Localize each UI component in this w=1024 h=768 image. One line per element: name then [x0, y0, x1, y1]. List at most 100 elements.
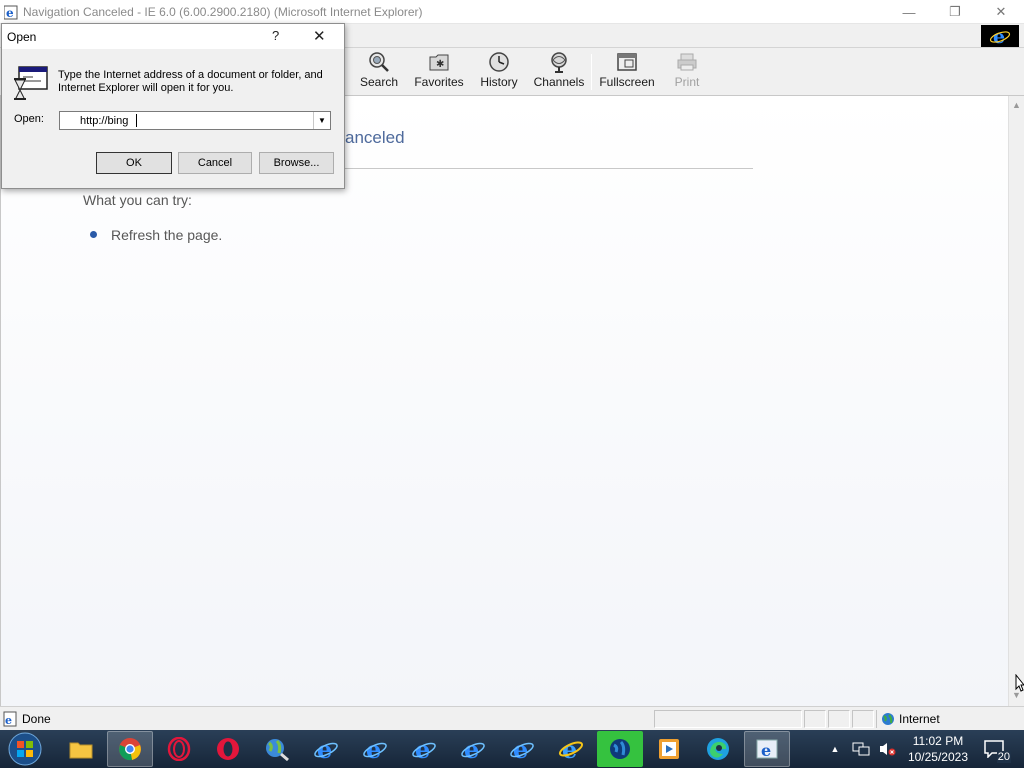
svg-text:✱: ✱ [436, 59, 444, 70]
taskbar-edge[interactable] [695, 731, 741, 767]
taskbar-ie-4[interactable]: e [450, 731, 496, 767]
help-button[interactable]: ? [272, 28, 279, 43]
taskbar-file-explorer[interactable] [58, 731, 104, 767]
security-zone-text: Internet [899, 712, 940, 726]
print-icon [677, 53, 697, 71]
close-button[interactable]: ✕ [978, 0, 1024, 24]
internet-explorer-icon: e [461, 737, 485, 761]
internet-explorer-icon: e [510, 737, 534, 761]
page-heading-text: anceled [345, 128, 405, 147]
what-you-can-try-text: What you can try: [83, 192, 192, 208]
svg-text:e: e [5, 714, 12, 727]
open-field-label: Open: [14, 113, 44, 125]
system-clock[interactable]: 11:02 PM 10/25/2023 [908, 733, 968, 765]
media-player-icon [659, 739, 679, 759]
ok-button[interactable]: OK [96, 152, 172, 174]
combobox-dropdown-button[interactable]: ▼ [313, 112, 330, 129]
browse-button[interactable]: Browse... [259, 152, 334, 174]
refresh-page-link[interactable]: Refresh the page. [111, 227, 222, 243]
page-status-icon: e [3, 711, 17, 727]
open-location-icon [14, 66, 48, 100]
toolbar-channels-button[interactable]: Channels [533, 51, 585, 93]
globe-search-icon [266, 739, 289, 761]
status-panel [852, 710, 874, 728]
taskbar-opera[interactable] [205, 731, 251, 767]
open-dialog: Open ? ✕ Type the Internet address of a … [1, 23, 345, 189]
security-zone-panel: Internet [876, 710, 1022, 728]
svg-text:e: e [993, 26, 1005, 46]
internet-explorer-icon: e [412, 737, 436, 761]
internet-explorer-legacy-icon: e [558, 737, 584, 761]
channels-icon [551, 52, 567, 73]
title-bar: e Navigation Canceled - IE 6.0 (6.00.290… [0, 0, 1024, 24]
opera-gx-icon [167, 737, 191, 761]
toolbar-favorites-label: Favorites [414, 75, 464, 89]
mouse-cursor-icon [1015, 674, 1024, 692]
taskbar-ie-3[interactable]: e [401, 731, 447, 767]
globe-icon [882, 713, 894, 725]
start-button[interactable] [0, 730, 50, 768]
taskbar-ie-yellow[interactable]: e [548, 731, 594, 767]
scroll-up-icon[interactable]: ▲ [1012, 100, 1021, 110]
vertical-scrollbar[interactable]: ▲ ▼ [1008, 96, 1024, 706]
window-controls: — ❐ ✕ [886, 0, 1024, 24]
earth-icon [610, 739, 630, 759]
toolbar-fullscreen-button[interactable]: Fullscreen [598, 51, 656, 93]
taskbar-ie-1[interactable]: e [303, 731, 349, 767]
status-panel [654, 710, 802, 728]
folder-icon [69, 742, 93, 759]
open-address-input[interactable]: http://bing [80, 115, 128, 127]
volume-tray-button[interactable] [877, 739, 897, 759]
fullscreen-icon [617, 53, 637, 71]
svg-text:e: e [6, 6, 14, 20]
history-icon [489, 52, 509, 72]
edge-icon [707, 738, 729, 760]
taskbar-chrome[interactable] [107, 731, 153, 767]
status-panel [828, 710, 850, 728]
taskbar-media-app[interactable] [646, 731, 692, 767]
minimize-button[interactable]: — [886, 0, 932, 24]
dialog-description: Type the Internet address of a document … [58, 69, 323, 94]
ie-logo-icon: e [989, 26, 1011, 46]
toolbar-print-button[interactable]: Print [670, 51, 704, 93]
dialog-title-bar[interactable]: Open ? ✕ [2, 24, 344, 49]
taskbar-ie6-active[interactable]: e [744, 731, 790, 767]
notification-count-badge: 20 [996, 751, 1011, 763]
toolbar-separator [591, 54, 592, 90]
internet-explorer-icon: e [314, 737, 338, 761]
taskbar-earth-app[interactable] [597, 731, 643, 767]
ie-app-icon[interactable]: e [4, 4, 20, 20]
toolbar-history-button[interactable]: History [478, 51, 520, 93]
taskbar-ie-5[interactable]: e [499, 731, 545, 767]
window-title: Navigation Canceled - IE 6.0 (6.00.2900.… [23, 4, 423, 19]
windows-start-icon [8, 732, 42, 766]
cancel-button[interactable]: Cancel [178, 152, 252, 174]
network-icon [852, 742, 870, 756]
show-hidden-icons-button[interactable]: ▲ [825, 739, 845, 759]
clock-time: 11:02 PM [912, 734, 964, 748]
search-icon [369, 52, 389, 72]
ie-throbber-logo: e [981, 25, 1019, 47]
network-tray-button[interactable] [851, 739, 871, 759]
toolbar-history-label: History [480, 75, 518, 89]
open-address-combobox[interactable]: http://bing ▼ [59, 111, 331, 130]
status-bar: e Done Internet [0, 706, 1024, 730]
favorites-icon: ✱ [429, 54, 449, 71]
dialog-title: Open [7, 29, 37, 44]
toolbar-channels-label: Channels [533, 75, 585, 89]
taskbar-ie-2[interactable]: e [352, 731, 398, 767]
toolbar-fullscreen-label: Fullscreen [599, 75, 655, 89]
dropdown-arrow-icon: ▼ [318, 116, 326, 125]
status-text: Done [22, 711, 51, 726]
dialog-close-button[interactable]: ✕ [313, 27, 326, 45]
taskbar-network-globe[interactable] [254, 731, 300, 767]
internet-explorer-icon: e [363, 737, 387, 761]
toolbar-favorites-button[interactable]: ✱ Favorites [414, 51, 464, 93]
toolbar-search-button[interactable]: Search [360, 51, 398, 93]
taskbar-opera-gx[interactable] [156, 731, 202, 767]
notification-center-button[interactable]: 20 [981, 739, 1011, 763]
svg-text:e: e [761, 741, 771, 760]
toolbar-search-label: Search [359, 75, 399, 89]
restore-button[interactable]: ❐ [932, 0, 978, 24]
chevron-up-icon: ▲ [830, 744, 840, 754]
